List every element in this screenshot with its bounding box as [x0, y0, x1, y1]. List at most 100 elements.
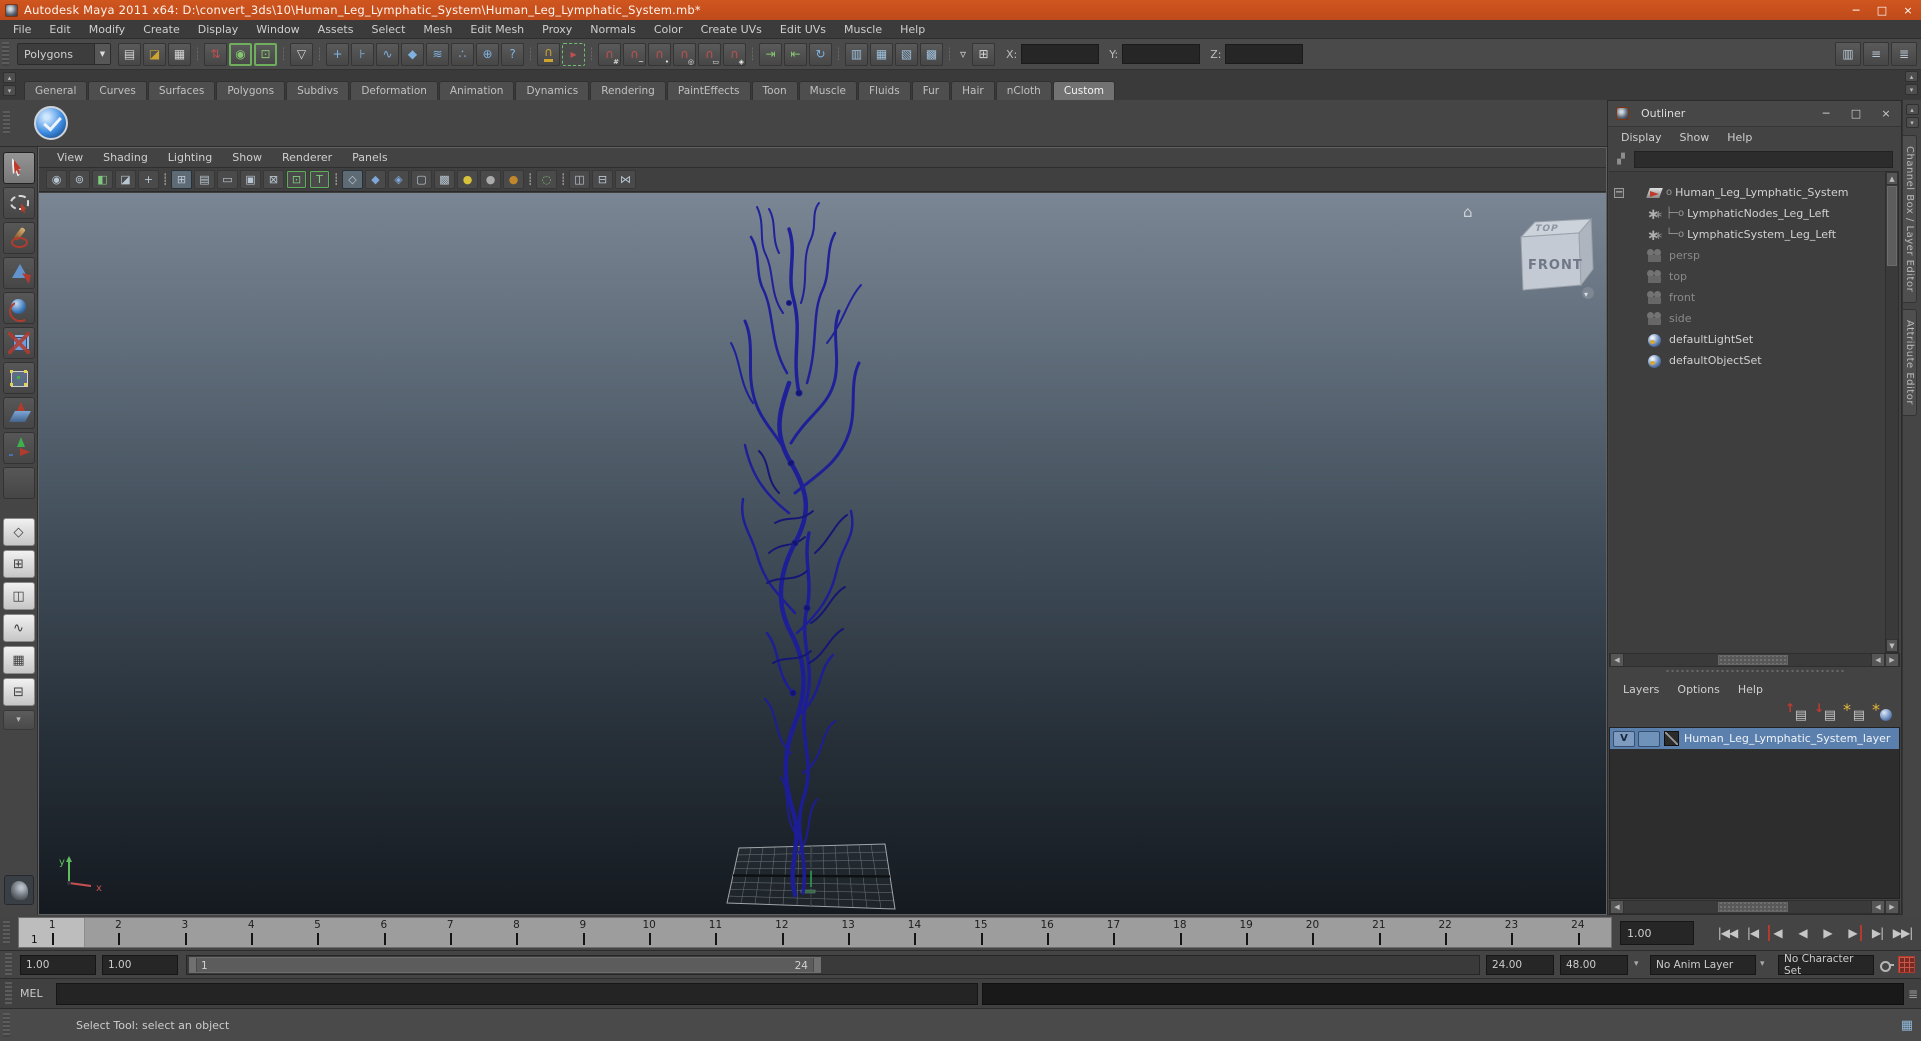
frame-tick[interactable]: 4: [218, 918, 284, 947]
outliner-item[interactable]: └─o LymphaticSystem_Leg_Left: [1609, 224, 1886, 245]
tab-attribute-editor[interactable]: Attribute Editor: [1903, 309, 1917, 417]
lighting-all-icon[interactable]: ●: [457, 170, 478, 189]
highlight-selection-mode-icon[interactable]: ▸: [562, 42, 585, 66]
persp-graph-layout-button[interactable]: ∿: [2, 614, 35, 642]
lasso-select-tool[interactable]: [2, 186, 35, 219]
select-tool[interactable]: [2, 151, 35, 184]
step-back-key-button[interactable]: ◀: [1765, 920, 1790, 946]
lymphatic-system-model[interactable]: [730, 202, 862, 898]
range-start-handle[interactable]: [190, 958, 197, 972]
display-layer-list[interactable]: V Human_Leg_Lymphatic_System_layer: [1609, 727, 1900, 899]
layer-visibility-toggle[interactable]: V: [1613, 730, 1635, 747]
lighting-default-icon[interactable]: ●: [480, 170, 501, 189]
shelf-tab[interactable]: Muscle: [798, 81, 858, 100]
safe-title-icon[interactable]: T: [309, 170, 330, 189]
single-pane-layout-button[interactable]: ◇: [2, 518, 35, 546]
show-manipulator-tool[interactable]: [2, 431, 35, 464]
tab-channel-box-layer-editor[interactable]: Channel Box / Layer Editor: [1903, 135, 1917, 304]
select-misc-mask-icon[interactable]: ?: [501, 42, 524, 66]
outliner-menu-item[interactable]: Help: [1718, 128, 1761, 147]
scale-tool[interactable]: [2, 326, 35, 359]
window-maximize-button[interactable]: □: [1869, 0, 1895, 20]
outliner-filter-icon[interactable]: ▞: [1612, 151, 1630, 167]
transform-entry-caret-icon[interactable]: ▿: [956, 43, 970, 66]
shelf-tab[interactable]: Curves: [88, 81, 147, 100]
help-line-grip[interactable]: [3, 1013, 10, 1037]
menu-item[interactable]: Proxy: [533, 20, 581, 39]
separator[interactable]: ┊: [526, 170, 534, 189]
expand-toggle-icon[interactable]: [1614, 356, 1624, 366]
menu-item[interactable]: Normals: [581, 20, 645, 39]
outliner-item[interactable]: persp: [1609, 245, 1886, 266]
grid-toggle-icon[interactable]: ⊞: [171, 170, 192, 189]
menu-set-selector[interactable]: Polygons ▼: [17, 43, 111, 65]
move-layer-down-icon[interactable]: [1813, 701, 1837, 723]
shelf-tab[interactable]: Subdivs: [286, 81, 350, 100]
frame-tick[interactable]: 12: [749, 918, 815, 947]
expand-toggle-icon[interactable]: [1614, 209, 1624, 219]
custom-shelf-item-icon[interactable]: [34, 106, 68, 140]
shelf-tab[interactable]: Surfaces: [147, 81, 216, 100]
menu-item[interactable]: Display: [189, 20, 248, 39]
range-slider-grip[interactable]: [5, 953, 12, 977]
menu-item[interactable]: Help: [891, 20, 934, 39]
separator[interactable]: ┊: [332, 170, 340, 189]
dock-scroll-up-icon[interactable]: ▴: [1905, 104, 1919, 115]
select-joints-mask-icon[interactable]: ⊦: [351, 42, 374, 66]
layout-shortcuts-menu-button[interactable]: ▾: [2, 710, 35, 730]
frame-tick[interactable]: 20: [1279, 918, 1345, 947]
outliner-close-button[interactable]: ×: [1871, 104, 1901, 124]
xray-joints-icon[interactable]: ⋈: [615, 170, 636, 189]
textured-icon[interactable]: ▩: [434, 170, 455, 189]
layers-menu-item[interactable]: Help: [1729, 680, 1772, 699]
snap-to-projected-center-icon[interactable]: ∩ ◎: [673, 42, 696, 66]
menu-item[interactable]: Edit Mesh: [461, 20, 533, 39]
field-chart-icon[interactable]: ⊠: [263, 170, 284, 189]
range-end-handle[interactable]: [813, 958, 820, 972]
frame-tick[interactable]: 22: [1412, 918, 1478, 947]
four-pane-layout-button[interactable]: ⊞: [2, 550, 35, 578]
scroll-left-icon[interactable]: ◀: [1871, 901, 1885, 913]
persp-outliner-layout-button[interactable]: ◫: [2, 582, 35, 610]
auto-keyframe-toggle-icon[interactable]: [1898, 956, 1915, 973]
frame-tick[interactable]: 8: [483, 918, 549, 947]
new-scene-icon[interactable]: ▤: [118, 42, 141, 66]
play-forward-button[interactable]: ▶: [1815, 920, 1840, 946]
shelf-tab[interactable]: Polygons: [216, 81, 286, 100]
shelf-tab[interactable]: Animation: [438, 81, 515, 100]
expand-toggle-icon[interactable]: −: [1614, 187, 1624, 198]
menu-item[interactable]: Muscle: [835, 20, 891, 39]
frame-tick[interactable]: 19: [1213, 918, 1279, 947]
save-scene-icon[interactable]: ▦: [168, 42, 191, 66]
shelf-tab[interactable]: Fluids: [858, 81, 911, 100]
frame-tick[interactable]: 5: [284, 918, 350, 947]
expand-toggle-icon[interactable]: [1614, 335, 1624, 345]
playback-end-field[interactable]: 24.00: [1486, 955, 1554, 975]
isolate-select-icon[interactable]: ◌: [536, 170, 557, 189]
outliner-maximize-button[interactable]: □: [1841, 104, 1871, 124]
menu-item[interactable]: Assets: [309, 20, 363, 39]
shelf-tab[interactable]: PaintEffects: [666, 81, 751, 100]
wireframe-on-shaded-icon[interactable]: ◫: [569, 170, 590, 189]
window-close-button[interactable]: ×: [1895, 0, 1921, 20]
outliner-menu-item[interactable]: Display: [1612, 128, 1671, 147]
separator[interactable]: ┊: [587, 43, 596, 66]
current-time-field[interactable]: 1.00: [1620, 921, 1694, 945]
select-deformations-mask-icon[interactable]: ≋: [426, 42, 449, 66]
command-input[interactable]: [56, 983, 978, 1005]
bookmarks-icon[interactable]: ◧: [92, 170, 113, 189]
time-slider[interactable]: 1 1 2 3 4 5 6 7 8 9 10 11 12 13 14 15 16 17 18 19 20 21 22 23 2…: [18, 917, 1612, 948]
outliner-item[interactable]: defaultLightSet: [1609, 329, 1886, 350]
frame-tick[interactable]: 13: [815, 918, 881, 947]
separator[interactable]: ┊: [834, 43, 843, 66]
create-empty-layer-icon[interactable]: [1842, 700, 1866, 723]
separator[interactable]: ┊: [315, 43, 324, 66]
render-current-frame-icon[interactable]: ▦: [870, 42, 893, 66]
display-layer-row[interactable]: V Human_Leg_Lymphatic_System_layer: [1610, 728, 1899, 749]
chevron-down-icon[interactable]: ▾: [1760, 959, 1765, 969]
z-coordinate-input[interactable]: [1225, 44, 1304, 64]
outliner-item[interactable]: ├─o LymphaticNodes_Leg_Left: [1609, 203, 1886, 224]
outliner-item[interactable]: top: [1609, 266, 1886, 287]
separator[interactable]: ┊: [559, 170, 567, 189]
status-line-grip[interactable]: [2, 42, 9, 66]
